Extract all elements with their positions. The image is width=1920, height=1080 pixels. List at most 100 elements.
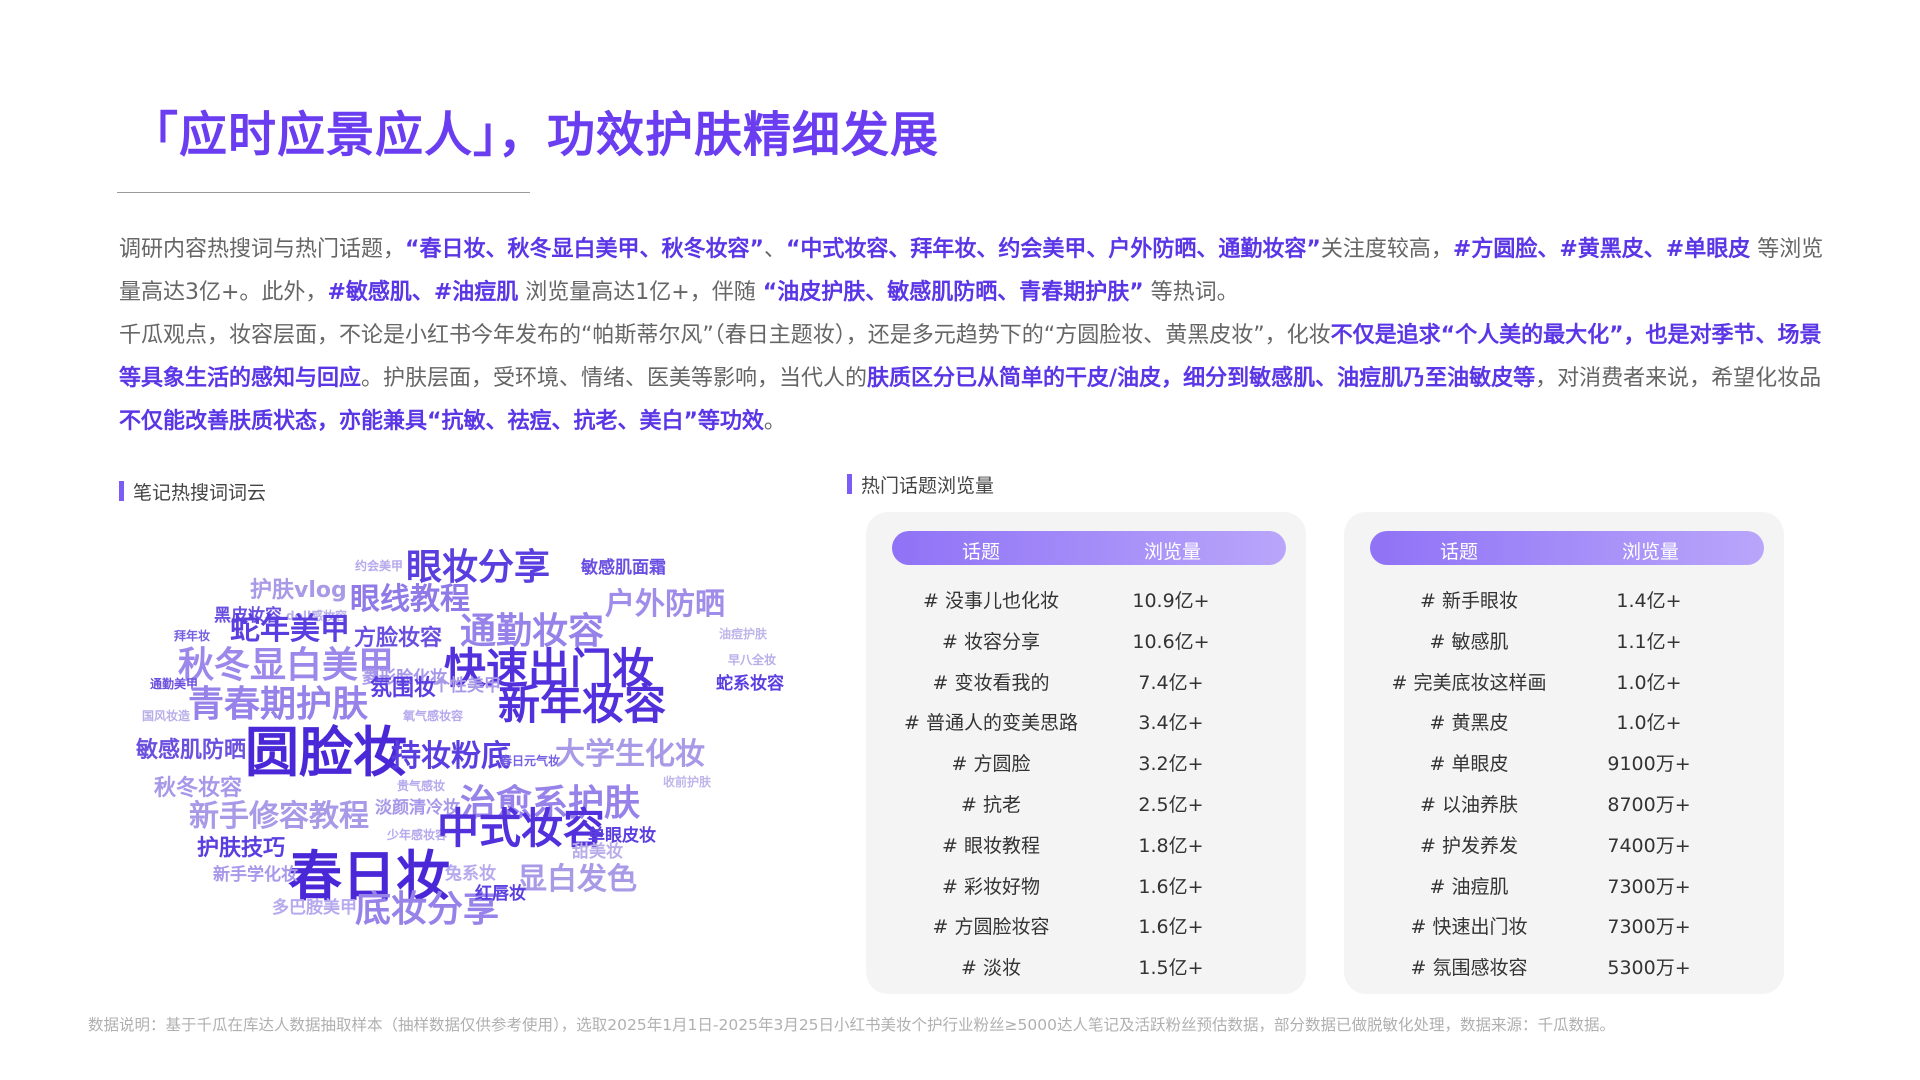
intro-highlight: 肤质区分已从简单的干皮/油皮，细分到敏感肌、油痘肌乃至油敏皮等: [867, 366, 1536, 391]
intro-paragraph-2: 千瓜观点，妆容层面，不论是小红书今年发布的“帕斯蒂尔风”（春日主题妆），还是多元…: [119, 314, 1839, 443]
word-cloud-term: 油痘护肤: [719, 627, 768, 641]
intro-paragraph-1: 调研内容热搜词与热门话题，“春日妆、秋冬显白美甲、秋冬妆容”、“中式妆容、拜年妆…: [119, 228, 1839, 314]
table-row: # 护发养发 7400万+: [1344, 823, 1784, 864]
header-topic: 话题: [962, 541, 1001, 563]
header-views: 浏览量: [1144, 541, 1202, 563]
word-cloud-term: 蛇年美甲: [230, 612, 350, 647]
word-cloud-term: 多巴胺美甲: [272, 898, 357, 918]
views-cell: 7.4亿+: [1138, 671, 1204, 694]
word-cloud-term: 显白发色: [517, 862, 637, 897]
table-row: # 油痘肌 7300万+: [1344, 864, 1784, 905]
table-rows: # 没事儿也化妆 10.9亿+ # 妆容分享 10.6亿+ # 变妆看我的 7.4亿+ # …: [866, 578, 1306, 986]
topic-cell: # 单眼皮: [1429, 753, 1509, 776]
intro-highlight: #方圆脸、#黄黑皮、#单眼皮: [1452, 237, 1751, 262]
views-cell: 3.2亿+: [1138, 753, 1204, 776]
views-cell: 7300万+: [1607, 916, 1691, 939]
intro-text-run: 千瓜观点，妆容层面，不论是小红书今年发布的“帕斯蒂尔风”（春日主题妆），还是多元…: [119, 323, 1331, 348]
word-cloud-term: 圆脸妆: [245, 721, 407, 784]
table-row: # 普通人的变美思路 3.4亿+: [866, 700, 1306, 741]
table-row: # 抗老 2.5亿+: [866, 782, 1306, 823]
topics-table-right: 话题 浏览量 # 新手眼妆 1.4亿+ # 敏感肌 1.1亿+ # 完美底妆这样画 1.0…: [1344, 512, 1784, 994]
intro-text-run: 浏览量高达1亿+，伴随: [518, 280, 763, 305]
table-row: # 氛围感妆容 5300万+: [1344, 945, 1784, 986]
views-cell: 3.4亿+: [1138, 712, 1204, 735]
word-cloud-term: 新手学化妆: [213, 865, 298, 885]
word-cloud-term: 敏感肌防晒: [136, 738, 247, 763]
intro-text: 调研内容热搜词与热门话题，“春日妆、秋冬显白美甲、秋冬妆容”、“中式妆容、拜年妆…: [119, 228, 1839, 443]
word-cloud-term: 护肤vlog: [250, 578, 347, 603]
word-cloud-term: 春日元气妆: [500, 754, 561, 768]
topic-cell: # 变妆看我的: [932, 671, 1050, 694]
views-cell: 5300万+: [1607, 957, 1691, 980]
intro-highlight: 不仅能改善肤质状态，亦能兼具“抗敏、祛痘、抗老、美白”等功效: [119, 409, 764, 434]
topic-cell: # 抗老: [961, 793, 1021, 816]
intro-text-run: 等热词。: [1143, 280, 1239, 305]
word-cloud-term: 眼妆分享: [406, 547, 551, 588]
topic-cell: # 妆容分享: [942, 630, 1040, 653]
views-cell: 1.6亿+: [1138, 916, 1204, 939]
topic-cell: # 黄黑皮: [1429, 712, 1509, 735]
table-row: # 快速出门妆 7300万+: [1344, 904, 1784, 945]
table-row: # 方圆脸 3.2亿+: [866, 741, 1306, 782]
views-cell: 7300万+: [1607, 875, 1691, 898]
word-cloud-term: 新手修容教程: [189, 799, 369, 834]
table-row: # 淡妆 1.5亿+: [866, 945, 1306, 986]
topic-cell: # 普通人的变美思路: [904, 712, 1078, 735]
table-row: # 方圆脸妆容 1.6亿+: [866, 904, 1306, 945]
topic-cell: # 眼妆教程: [942, 834, 1040, 857]
topic-cell: # 方圆脸: [951, 753, 1031, 776]
intro-text-run: 关注度较高，: [1320, 237, 1453, 262]
topic-cell: # 氛围感妆容: [1410, 957, 1528, 980]
table-row: # 黄黑皮 1.0亿+: [1344, 700, 1784, 741]
intro-highlight: “中式妆容、拜年妆、约会美甲、户外防晒、通勤妆容”: [785, 237, 1321, 262]
word-cloud-term: 早八全妆: [728, 653, 777, 667]
word-cloud-term: 秋冬妆容: [154, 776, 243, 801]
intro-highlight: “春日妆、秋冬显白美甲、秋冬妆容”: [405, 237, 764, 262]
page-title: 「应时应景应人」，功效护肤精细发展: [130, 107, 940, 163]
word-cloud-term: 青春期护肤: [188, 684, 369, 725]
topic-cell: # 新手眼妆: [1420, 590, 1518, 612]
table-header: 话题 浏览量: [1370, 531, 1764, 565]
intro-highlight: #敏感肌、#油痘肌: [327, 280, 519, 305]
views-cell: 1.0亿+: [1616, 712, 1682, 735]
views-cell: 1.0亿+: [1616, 671, 1682, 694]
topic-cell: # 完美底妆这样画: [1391, 671, 1547, 694]
intro-text-run: 。: [763, 409, 786, 434]
topic-cell: # 淡妆: [961, 957, 1021, 980]
intro-highlight: “油皮护肤、敏感肌防晒、青春期护肤”: [762, 280, 1144, 305]
topic-cell: # 以油养肤: [1420, 793, 1518, 816]
word-cloud-term: 户外防晒: [605, 587, 725, 622]
topic-cell: # 敏感肌: [1429, 630, 1509, 653]
word-cloud-term: 新年妆容: [498, 680, 667, 729]
table-rows: # 新手眼妆 1.4亿+ # 敏感肌 1.1亿+ # 完美底妆这样画 1.0亿+ # 黄黑皮…: [1344, 578, 1784, 986]
table-row: # 彩妆好物 1.6亿+: [866, 864, 1306, 905]
word-cloud-term: 眼线教程: [350, 582, 470, 617]
word-cloud-term: 拜年妆: [174, 629, 211, 643]
views-cell: 7400万+: [1607, 834, 1691, 857]
word-cloud-term: 氛围妆: [370, 676, 437, 701]
topics-table-left: 话题 浏览量 # 没事儿也化妆 10.9亿+ # 妆容分享 10.6亿+ # 变妆看我的…: [866, 512, 1306, 994]
table-row: # 新手眼妆 1.4亿+: [1344, 578, 1784, 619]
intro-text-run: ，对消费者来说，希望化妆品: [1535, 366, 1822, 391]
data-footnote: 数据说明：基于千瓜在库达人数据抽取样本（抽样数据仅供参考使用），选取2025年1…: [88, 1016, 1615, 1034]
table-row: # 没事儿也化妆 10.9亿+: [866, 578, 1306, 619]
word-cloud-term: 护肤技巧: [197, 836, 286, 861]
word-cloud-term: 大学生化妆: [555, 737, 705, 772]
views-cell: 10.9亿+: [1132, 590, 1210, 612]
table-header: 话题 浏览量: [892, 531, 1286, 565]
views-cell: 1.1亿+: [1616, 630, 1682, 653]
word-cloud-term: 国风妆造: [142, 709, 191, 723]
table-row: # 单眼皮 9100万+: [1344, 741, 1784, 782]
table-row: # 变妆看我的 7.4亿+: [866, 660, 1306, 701]
word-cloud-term: 敏感肌面霜: [581, 558, 666, 578]
word-cloud-term: 贵气感妆: [397, 779, 446, 793]
word-cloud-term: 兔系妆: [445, 864, 496, 884]
views-cell: 1.6亿+: [1138, 875, 1204, 898]
title-divider: [117, 192, 530, 193]
word-cloud-term: 约会美甲: [355, 559, 404, 573]
views-cell: 9100万+: [1607, 753, 1691, 776]
table-row: # 妆容分享 10.6亿+: [866, 619, 1306, 660]
header-views: 浏览量: [1622, 541, 1680, 563]
table-row: # 敏感肌 1.1亿+: [1344, 619, 1784, 660]
topic-cell: # 彩妆好物: [942, 875, 1040, 898]
